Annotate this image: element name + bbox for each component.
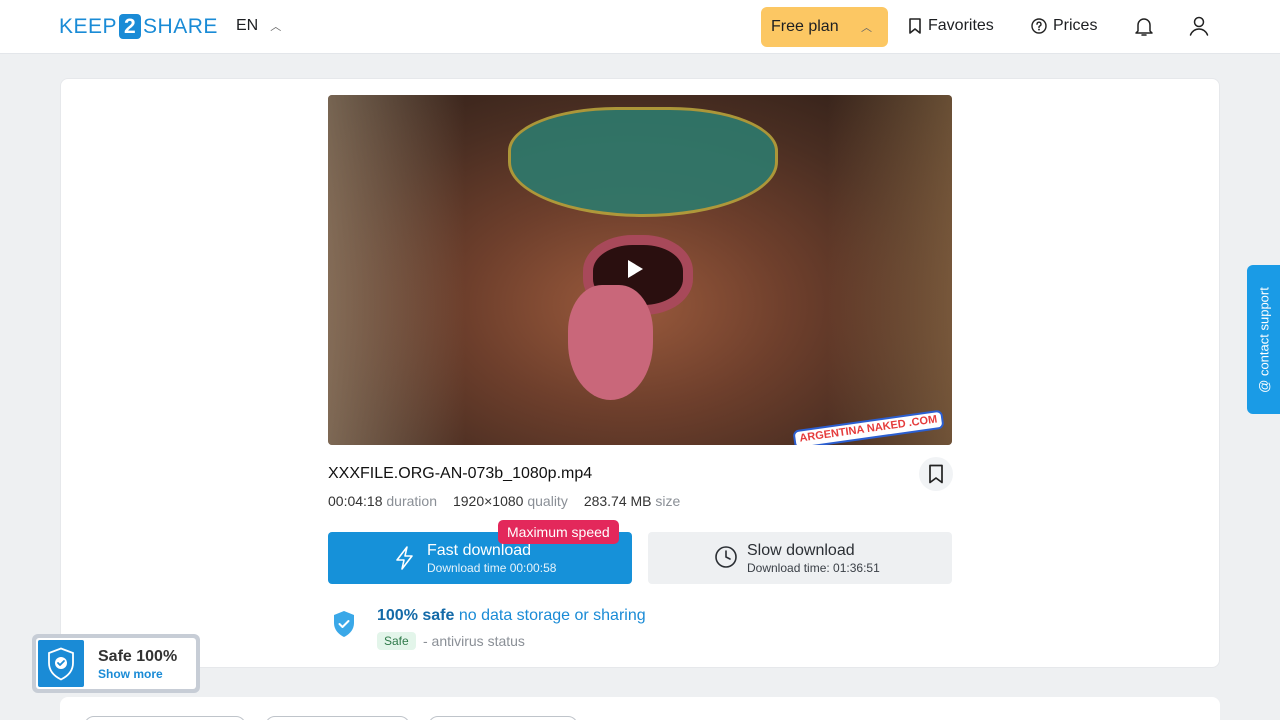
lower-tab-2[interactable] (265, 716, 410, 720)
safe-widget-title: Safe 100% (98, 648, 178, 665)
file-name: XXXFILE.ORG-AN-073b_1080p.mp4 (328, 465, 593, 482)
lower-tab-3[interactable] (428, 716, 578, 720)
prices-link[interactable]: Prices (1031, 17, 1097, 35)
question-circle-icon (1031, 18, 1047, 34)
clock-icon (715, 546, 737, 568)
logo-text-keep: KEEP (59, 14, 118, 38)
fast-download-title: Fast download (427, 542, 532, 559)
lower-section-card (60, 697, 1220, 720)
safe-100-widget[interactable]: Safe 100% Show more (32, 634, 200, 693)
file-meta: 00:04:18 duration 1920×1080 quality 283.… (328, 493, 680, 509)
play-icon[interactable] (628, 260, 643, 278)
language-label: EN (236, 17, 259, 34)
antivirus-status-label: - antivirus status (423, 633, 525, 649)
favorites-link[interactable]: Favorites (908, 17, 994, 35)
add-to-favorites-button[interactable] (919, 457, 953, 491)
slow-download-time: Download time: 01:36:51 (747, 561, 880, 575)
free-plan-label: Free plan (771, 18, 839, 35)
logo-text-share: SHARE (143, 14, 218, 38)
contact-support-label: @ contact support (1256, 286, 1271, 393)
video-player[interactable]: ARGENTINA NAKED .COM (328, 95, 952, 445)
safety-strong: 100% safe (377, 607, 455, 624)
bookmark-icon (909, 18, 921, 34)
top-header: KEEP 2 SHARE EN ︿ Free plan ︿ Favorites Pr… (0, 0, 1280, 54)
video-thumbnail-mask (508, 107, 778, 217)
prices-label: Prices (1053, 17, 1098, 34)
notifications-bell-icon[interactable] (1132, 14, 1156, 38)
chevron-up-icon: ︿ (270, 21, 282, 33)
maximum-speed-badge: Maximum speed (498, 520, 619, 544)
shield-check-icon (334, 611, 354, 637)
free-plan-button[interactable]: Free plan ︿ (761, 7, 888, 47)
contact-support-tab[interactable]: @ contact support (1247, 265, 1280, 414)
bookmark-icon (929, 464, 943, 484)
logo-text-2: 2 (119, 14, 142, 39)
video-thumbnail-tongue (568, 285, 653, 400)
language-selector[interactable]: EN ︿ (236, 17, 281, 35)
slow-download-title: Slow download (747, 542, 855, 559)
user-account-icon[interactable] (1187, 14, 1211, 38)
quality-meta: 1920×1080 quality (452, 493, 568, 509)
antivirus-safe-badge: Safe (377, 632, 416, 650)
keep2share-logo[interactable]: KEEP 2 SHARE (59, 14, 218, 39)
safety-statement: 100% safe no data storage or sharing (377, 607, 646, 625)
lightning-icon (396, 546, 413, 570)
size-meta: 283.74 MB size (583, 493, 681, 509)
favorites-label: Favorites (928, 17, 994, 34)
safety-rest: no data storage or sharing (458, 607, 646, 624)
slow-download-button[interactable]: Slow download Download time: 01:36:51 (648, 532, 952, 584)
fast-download-time: Download time 00:00:58 (427, 561, 557, 575)
duration-meta: 00:04:18 duration (328, 493, 437, 509)
shield-check-icon (38, 640, 84, 687)
show-more-link[interactable]: Show more (98, 667, 163, 681)
chevron-up-icon: ︿ (861, 22, 872, 34)
lower-tab-1[interactable] (84, 716, 246, 720)
